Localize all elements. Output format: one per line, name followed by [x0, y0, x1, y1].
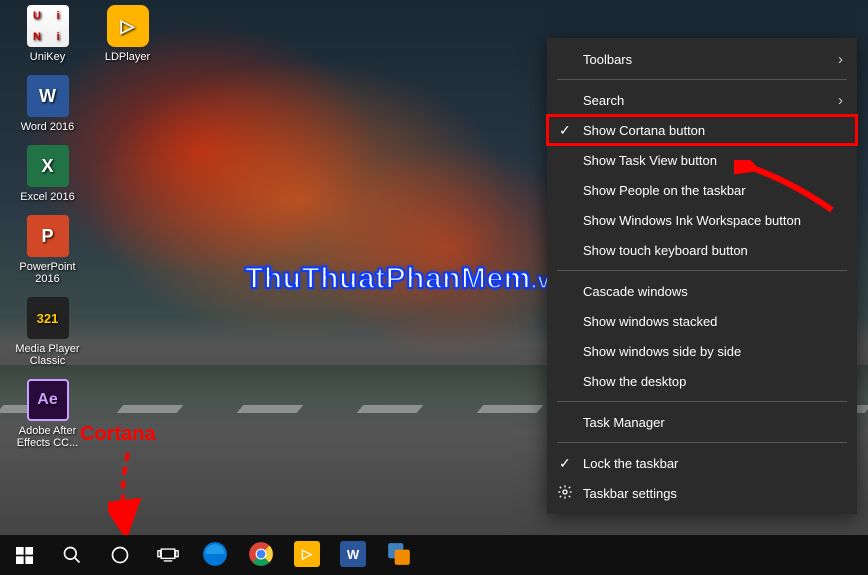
desktop-icon-unikey[interactable]: UiNi UniKey — [10, 5, 85, 63]
desktop[interactable]: UiNi UniKey W Word 2016 X Excel 2016 P P… — [0, 0, 868, 575]
watermark-main: ThuThuatPhanMem — [245, 262, 531, 295]
menu-label: Show touch keyboard button — [583, 243, 748, 258]
menu-separator — [557, 442, 847, 443]
menu-label: Cascade windows — [583, 284, 688, 299]
desktop-icon-label: Word 2016 — [10, 121, 85, 133]
menu-separator — [557, 270, 847, 271]
taskbar-app-ldplayer[interactable]: ▷ — [284, 535, 330, 575]
desktop-icon-label: Adobe After Effects CC... — [10, 425, 85, 449]
unikey-icon: UiNi — [27, 5, 69, 47]
menu-item-stacked[interactable]: Show windows stacked — [547, 306, 857, 336]
menu-item-show-desktop[interactable]: Show the desktop — [547, 366, 857, 396]
checkmark-icon: ✓ — [559, 122, 571, 139]
menu-item-side-by-side[interactable]: Show windows side by side — [547, 336, 857, 366]
menu-label: Show People on the taskbar — [583, 183, 746, 198]
menu-label: Show windows stacked — [583, 314, 717, 329]
menu-label: Show windows side by side — [583, 344, 741, 359]
desktop-icon-excel[interactable]: X Excel 2016 — [10, 145, 85, 203]
menu-separator — [557, 401, 847, 402]
desktop-icon-mpc[interactable]: 321 Media Player Classic — [10, 297, 85, 367]
taskbar-context-menu: Toolbars › Search › ✓ Show Cortana butto… — [547, 38, 857, 514]
menu-item-toolbars[interactable]: Toolbars › — [547, 44, 857, 74]
vmware-icon — [386, 541, 412, 567]
desktop-icon-ldplayer[interactable]: ▷ LDPlayer — [90, 5, 165, 63]
mpc-icon: 321 — [27, 297, 69, 339]
menu-label: Show Cortana button — [583, 123, 705, 138]
taskbar-app-vmware[interactable] — [376, 535, 422, 575]
word-icon: W — [340, 541, 366, 567]
menu-item-task-manager[interactable]: Task Manager — [547, 407, 857, 437]
menu-label: Search — [583, 93, 624, 108]
cortana-icon — [110, 545, 130, 565]
taskbar-app-edge[interactable] — [192, 535, 238, 575]
menu-label: Show the desktop — [583, 374, 686, 389]
taskbar-app-chrome[interactable] — [238, 535, 284, 575]
edge-icon — [202, 541, 228, 567]
start-button[interactable] — [0, 535, 48, 575]
menu-item-lock-taskbar[interactable]: ✓ Lock the taskbar — [547, 448, 857, 478]
desktop-icon-word[interactable]: W Word 2016 — [10, 75, 85, 133]
desktop-icon-label: UniKey — [10, 51, 85, 63]
desktop-icons: UiNi UniKey W Word 2016 X Excel 2016 P P… — [10, 5, 100, 461]
powerpoint-icon: P — [27, 215, 69, 257]
menu-label: Lock the taskbar — [583, 456, 678, 471]
menu-item-taskbar-settings[interactable]: Taskbar settings — [547, 478, 857, 508]
menu-item-show-cortana[interactable]: ✓ Show Cortana button — [547, 115, 857, 145]
desktop-icon-label: LDPlayer — [90, 51, 165, 63]
task-view-button[interactable] — [144, 535, 192, 575]
desktop-icon-powerpoint[interactable]: P PowerPoint 2016 — [10, 215, 85, 285]
menu-separator — [557, 79, 847, 80]
windows-logo-icon — [16, 547, 33, 564]
desktop-icon-label: PowerPoint 2016 — [10, 261, 85, 285]
menu-item-search[interactable]: Search › — [547, 85, 857, 115]
watermark: ThuThuatPhanMem.vn — [245, 262, 564, 296]
chevron-right-icon: › — [838, 51, 843, 68]
chevron-right-icon: › — [838, 92, 843, 109]
menu-item-show-touch-keyboard[interactable]: Show touch keyboard button — [547, 235, 857, 265]
desktop-icon-after-effects[interactable]: Ae Adobe After Effects CC... — [10, 379, 85, 449]
ldplayer-icon: ▷ — [107, 5, 149, 47]
taskbar-app-word[interactable]: W — [330, 535, 376, 575]
ldplayer-icon: ▷ — [294, 541, 320, 567]
task-view-icon — [157, 546, 179, 564]
menu-item-cascade[interactable]: Cascade windows — [547, 276, 857, 306]
excel-icon: X — [27, 145, 69, 187]
desktop-icon-label: Excel 2016 — [10, 191, 85, 203]
word-icon: W — [27, 75, 69, 117]
desktop-icon-label: Media Player Classic — [10, 343, 85, 367]
menu-item-show-taskview[interactable]: Show Task View button — [547, 145, 857, 175]
menu-label: Taskbar settings — [583, 486, 677, 501]
annotation-cortana-label: Cortana — [80, 423, 156, 446]
menu-label: Task Manager — [583, 415, 665, 430]
after-effects-icon: Ae — [27, 379, 69, 421]
taskbar: ▷ W — [0, 535, 868, 575]
gear-icon — [557, 484, 573, 503]
cortana-button[interactable] — [96, 535, 144, 575]
checkmark-icon: ✓ — [559, 455, 571, 472]
menu-item-show-people[interactable]: Show People on the taskbar — [547, 175, 857, 205]
chrome-icon — [248, 541, 274, 567]
menu-label: Show Task View button — [583, 153, 717, 168]
menu-item-show-ink[interactable]: Show Windows Ink Workspace button — [547, 205, 857, 235]
menu-label: Toolbars — [583, 52, 632, 67]
menu-label: Show Windows Ink Workspace button — [583, 213, 801, 228]
search-icon — [62, 545, 82, 565]
search-button[interactable] — [48, 535, 96, 575]
